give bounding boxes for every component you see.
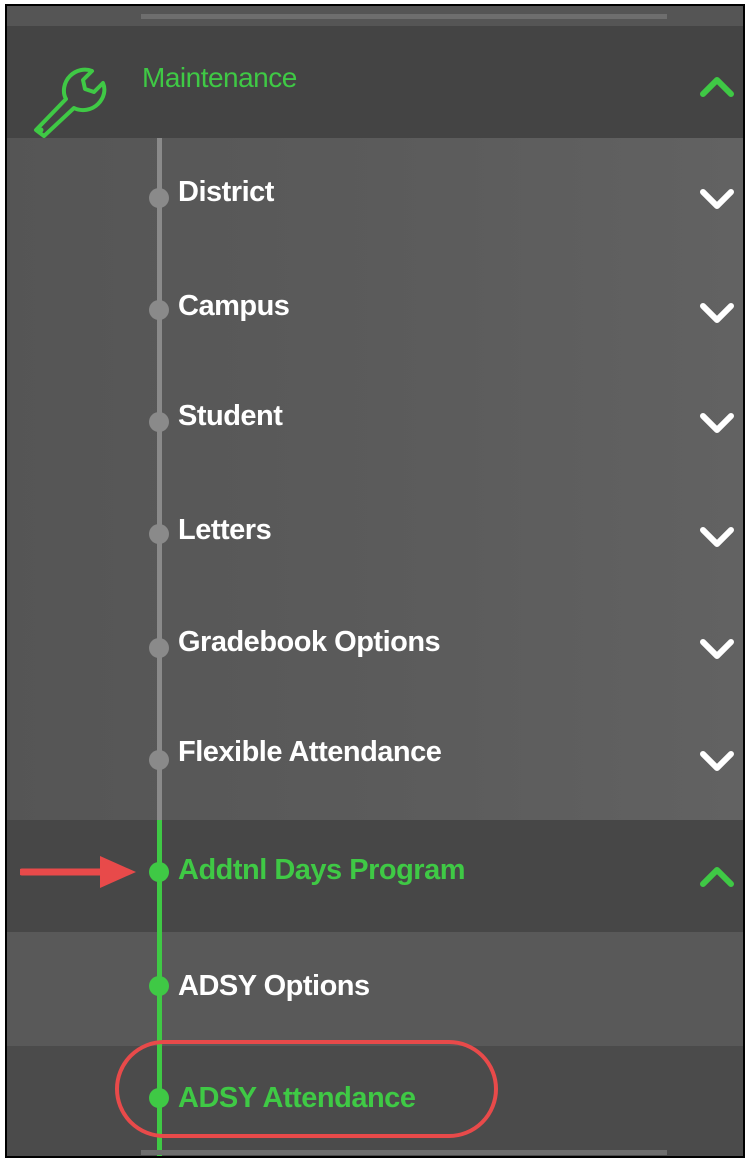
- chevron-down-icon[interactable]: [699, 522, 735, 552]
- section-label: Maintenance: [142, 62, 297, 93]
- menu-item-label: Student: [178, 400, 283, 432]
- chevron-down-icon[interactable]: [699, 298, 735, 328]
- chevron-up-icon[interactable]: [699, 860, 735, 890]
- navigation-panel: Maintenance District Campus Student Lett…: [5, 4, 745, 1158]
- tree-node-dot: [149, 524, 169, 544]
- tree-node-dot: [149, 750, 169, 770]
- menu-item-label: Campus: [178, 290, 290, 322]
- menu-item-flexible-attendance[interactable]: Flexible Attendance: [5, 704, 745, 820]
- top-divider: [141, 14, 667, 19]
- menu-item-label: Letters: [178, 514, 272, 546]
- red-highlight-circle: [115, 1040, 498, 1138]
- submenu-item-label: ADSY Options: [178, 970, 370, 1002]
- tree-node-dot: [149, 638, 169, 658]
- menu-item-student[interactable]: Student: [5, 364, 745, 476]
- menu-item-label: District: [178, 176, 274, 208]
- tree-node-dot: [149, 412, 169, 432]
- tree-node-dot: [149, 188, 169, 208]
- chevron-down-icon[interactable]: [699, 184, 735, 214]
- menu-item-district[interactable]: District: [5, 138, 745, 252]
- menu-item-label: Addtnl Days Program: [178, 854, 466, 886]
- tree-node-dot-active: [149, 976, 169, 996]
- wrench-icon: [34, 67, 107, 138]
- chevron-down-icon[interactable]: [699, 408, 735, 438]
- menu-item-campus[interactable]: Campus: [5, 252, 745, 364]
- section-header-maintenance[interactable]: Maintenance: [5, 26, 745, 138]
- menu-item-gradebook-options[interactable]: Gradebook Options: [5, 588, 745, 704]
- tree-node-dot: [149, 300, 169, 320]
- red-arrow-icon: [20, 856, 136, 888]
- submenu-item-adsy-options[interactable]: ADSY Options: [5, 932, 745, 1046]
- menu-item-letters[interactable]: Letters: [5, 476, 745, 588]
- menu-item-label: Gradebook Options: [178, 626, 441, 658]
- chevron-down-icon[interactable]: [699, 634, 735, 664]
- bottom-divider: [141, 1150, 667, 1155]
- chevron-down-icon[interactable]: [699, 746, 735, 776]
- tree-node-dot-active: [149, 862, 169, 882]
- chevron-up-icon[interactable]: [699, 70, 735, 100]
- menu-item-label: Flexible Attendance: [178, 736, 442, 768]
